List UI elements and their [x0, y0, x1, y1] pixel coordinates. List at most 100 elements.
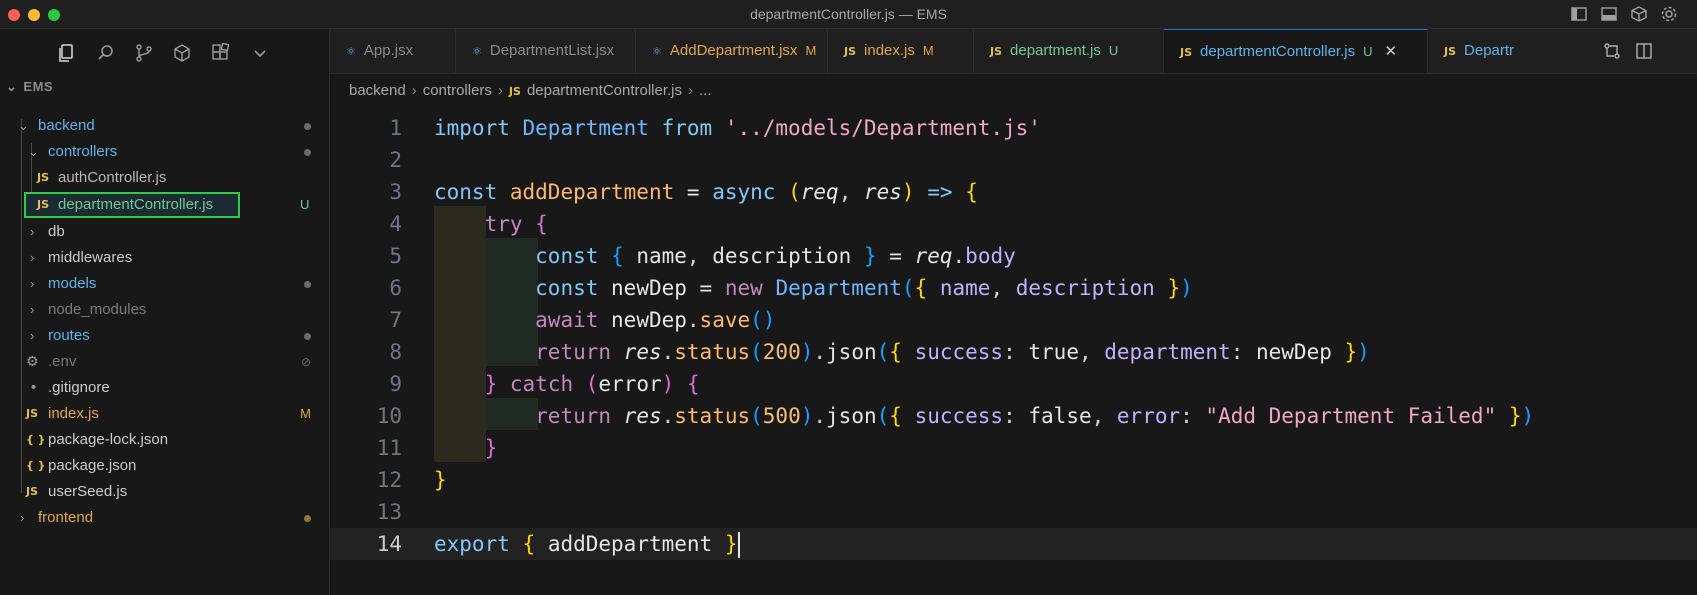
chevron-down-icon: ⌄: [18, 118, 29, 133]
tree-item-departmentcontroller[interactable]: JS departmentController.js: [24, 192, 240, 218]
source-control-icon[interactable]: [134, 43, 154, 63]
tree-item-label: backend: [38, 117, 95, 134]
tree-item-label: index.js: [48, 405, 99, 422]
tree-item-authcontroller[interactable]: JS authController.js: [0, 165, 329, 191]
explorer-root-label: EMS: [23, 79, 54, 94]
tree-item-label: node_modules: [48, 301, 147, 318]
title-bar: departmentController.js — EMS: [0, 0, 1697, 29]
breadcrumb-item[interactable]: backend: [349, 82, 406, 99]
sidebar-toggle-icon[interactable]: [1570, 5, 1588, 23]
explorer-icon[interactable]: [56, 43, 76, 63]
tab-departmentlist-jsx[interactable]: ⚛ DepartmentList.jsx: [456, 29, 636, 73]
untracked-badge: U: [1108, 43, 1119, 58]
code-text: return res.status(500).json({ success: f…: [535, 404, 1535, 428]
tree-item-env[interactable]: ⚙ .env ⊘: [0, 349, 329, 375]
code-line: 6 const newDep = new Department({ name, …: [330, 272, 1697, 304]
window-title: departmentController.js — EMS: [750, 6, 947, 22]
line-number: 5: [389, 244, 402, 268]
code-text: await newDep.save(): [535, 308, 776, 332]
tree-item-label: routes: [48, 327, 90, 344]
tree-item-frontend[interactable]: › frontend: [0, 505, 329, 531]
breadcrumb-item[interactable]: departmentController.js: [527, 82, 682, 99]
tree-item-package-lock[interactable]: { } package-lock.json: [0, 427, 329, 453]
tab-departr[interactable]: JS Departr: [1428, 29, 1518, 73]
line-number: 9: [389, 372, 402, 396]
line-number: 8: [389, 340, 402, 364]
line-number: 13: [376, 500, 402, 524]
code-text: export { addDepartment }: [434, 532, 740, 558]
tab-index-js[interactable]: JS index.js M: [828, 29, 974, 73]
tree-item-package-json[interactable]: { } package.json: [0, 453, 329, 479]
compare-icon[interactable]: [1602, 41, 1622, 61]
modified-badge: M: [922, 43, 934, 58]
code-line: 9 } catch (error) {: [330, 368, 1697, 400]
chevron-down-icon[interactable]: [250, 43, 270, 63]
code-line: 8 return res.status(200).json({ success:…: [330, 336, 1697, 368]
js-file-icon: JS: [26, 485, 39, 498]
tab-label: departmentController.js: [1200, 43, 1356, 60]
remote-icon[interactable]: [172, 43, 192, 63]
tree-item-routes[interactable]: › routes: [0, 323, 329, 349]
code-text: }: [484, 436, 498, 460]
tab-department-js[interactable]: JS department.js U: [974, 29, 1164, 73]
chevron-right-icon: ›: [30, 328, 35, 343]
close-icon[interactable]: ✕: [1384, 43, 1397, 60]
tab-app-jsx[interactable]: ⚛ App.jsx: [330, 29, 456, 73]
panel-toggle-icon[interactable]: [1600, 5, 1618, 23]
tree-item-userseed[interactable]: JS userSeed.js: [0, 479, 329, 505]
json-file-icon: { }: [26, 433, 46, 446]
code-text: import Department from '../models/Depart…: [434, 116, 1041, 140]
code-text: const { name, description } = req.body: [535, 244, 1016, 268]
line-number: 2: [389, 148, 402, 172]
chevron-down-icon: ⌄: [28, 144, 39, 159]
tab-label: department.js: [1010, 42, 1101, 59]
chevron-right-icon: ›: [30, 302, 35, 317]
line-number: 12: [376, 468, 402, 492]
code-text: return res.status(200).json({ success: t…: [535, 340, 1370, 364]
js-file-icon: JS: [844, 45, 857, 58]
extensions-icon[interactable]: [210, 43, 230, 63]
explorer-sidebar: ⌄ EMS ⌄ backend ⌄ controllers JS authCont…: [0, 29, 330, 595]
code-editor[interactable]: 1 import Department from '../models/Depar…: [330, 110, 1697, 595]
line-number: 14: [376, 532, 402, 556]
tree-item-label: .env: [48, 353, 77, 370]
tab-label: DepartmentList.jsx: [489, 42, 615, 59]
untracked-badge: U: [300, 197, 310, 212]
tree-item-models[interactable]: › models: [0, 271, 329, 297]
tab-label: index.js: [864, 42, 915, 59]
tree-item-middlewares[interactable]: › middlewares: [0, 245, 329, 271]
tree-item-gitignore[interactable]: • .gitignore: [0, 375, 329, 401]
gear-icon[interactable]: [1660, 5, 1678, 23]
tree-item-label: departmentController.js: [58, 196, 214, 213]
tree-item-index-js[interactable]: JS index.js M: [0, 401, 329, 427]
code-text: const newDep = new Department({ name, de…: [535, 276, 1193, 300]
box-icon[interactable]: [1630, 5, 1648, 23]
line-number: 1: [389, 116, 402, 140]
text-cursor: [737, 532, 740, 558]
search-icon[interactable]: [96, 43, 116, 63]
tree-item-label: .gitignore: [48, 379, 110, 396]
chevron-down-icon: ⌄: [6, 79, 18, 94]
tree-item-backend[interactable]: ⌄ backend: [0, 113, 329, 139]
tree-item-db[interactable]: › db: [0, 219, 329, 245]
code-line: 5 const { name, description } = req.body: [330, 240, 1697, 272]
split-editor-icon[interactable]: [1634, 41, 1654, 61]
untracked-badge: U: [1363, 44, 1373, 59]
breadcrumb-item[interactable]: controllers: [423, 82, 492, 99]
tree-item-controllers[interactable]: ⌄ controllers: [0, 139, 329, 165]
tab-departmentcontroller-js[interactable]: JS departmentController.js U ✕: [1164, 29, 1428, 73]
tab-adddepartment-jsx[interactable]: ⚛ AddDepartment.jsx M: [636, 29, 828, 73]
code-line: 3 const addDepartment = async (req, res) …: [330, 176, 1697, 208]
explorer-root[interactable]: ⌄ EMS: [6, 79, 53, 95]
react-icon: ⚛: [346, 45, 356, 58]
js-file-icon: JS: [508, 85, 521, 98]
modified-badge: M: [805, 43, 817, 58]
chevron-right-icon: ›: [497, 82, 503, 99]
js-file-icon: JS: [37, 171, 50, 184]
tree-item-label: userSeed.js: [48, 483, 128, 500]
line-number: 7: [389, 308, 402, 332]
breadcrumb-item[interactable]: ...: [699, 82, 712, 99]
tree-item-node-modules[interactable]: › node_modules: [0, 297, 329, 323]
tree-item-label: controllers: [48, 143, 118, 160]
breadcrumb: backend › controllers › JS departmentControll…: [349, 82, 712, 99]
